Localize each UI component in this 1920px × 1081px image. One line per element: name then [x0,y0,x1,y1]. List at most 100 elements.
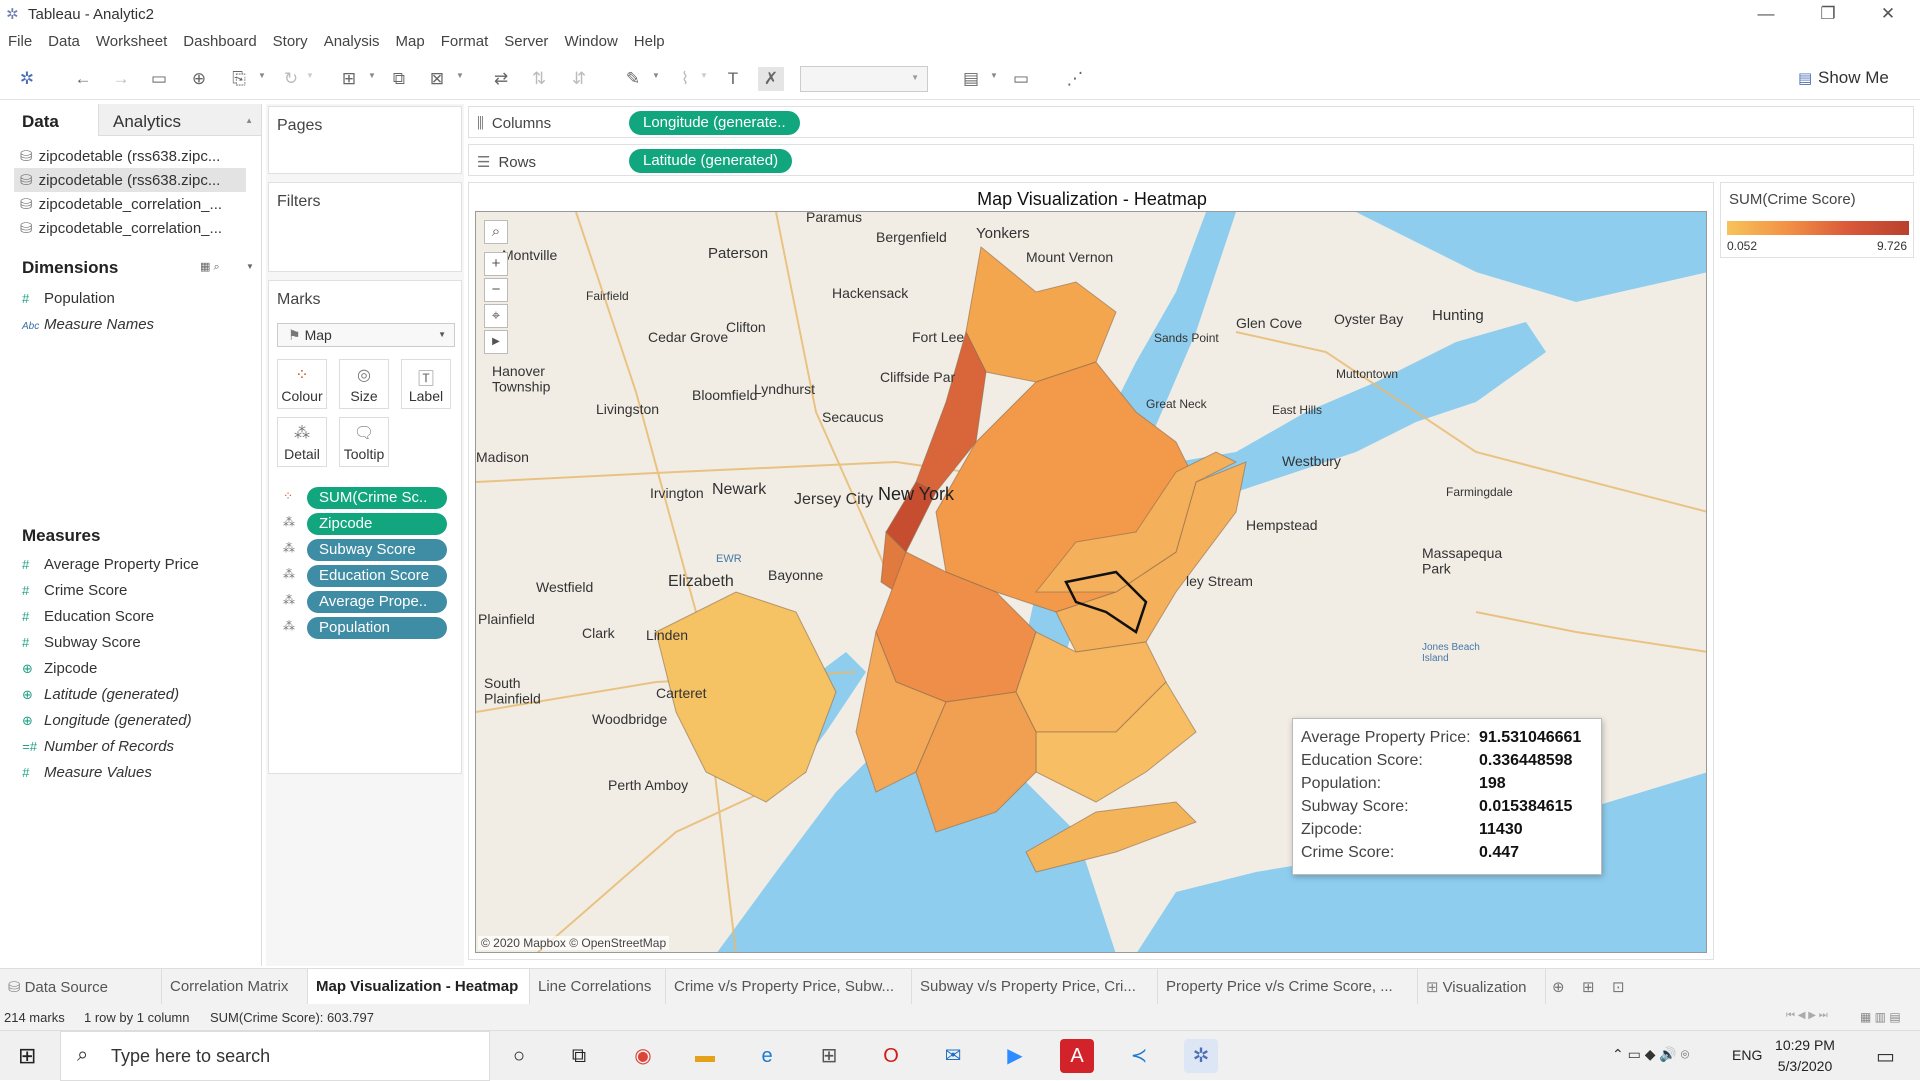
notifications-icon[interactable]: ▭ [1876,1044,1895,1069]
field-latitude[interactable]: ⊕ Latitude (generated) [22,686,179,703]
filters-shelf[interactable]: Filters [268,182,462,272]
tab-visualization[interactable]: ⊞ Visualization [1418,969,1546,1005]
sheet-view-icon[interactable]: ▦ ▥ ▤ [1860,1010,1901,1024]
pill-subway-score[interactable]: Subway Score [307,539,447,561]
new-worksheet-icon[interactable]: ⊕ [1552,978,1565,996]
colour-button[interactable]: ⁘ Colour [277,359,327,409]
acrobat-icon[interactable]: A [1060,1039,1094,1073]
menu-server[interactable]: Server [496,30,556,50]
tab-data-source[interactable]: ⛁ Data Source [0,969,162,1005]
new-worksheet-icon[interactable]: ⊞ [336,67,362,91]
vscode-icon[interactable]: ≺ [1122,1039,1156,1073]
taskbar-search[interactable]: ⌕ Type here to search [60,1031,490,1081]
dimensions-menu-icon[interactable]: ▼ [246,262,254,271]
columns-pill[interactable]: Longitude (generate.. [629,111,800,135]
label-button[interactable]: 🅃 Label [401,359,451,409]
detail-button[interactable]: ⁂ Detail [277,417,327,467]
file-explorer-icon[interactable]: ▬ [688,1039,722,1073]
group-members-icon[interactable]: ⌇ [672,67,698,91]
menu-help[interactable]: Help [626,30,673,50]
highlight-icon[interactable]: ✎ [620,67,646,91]
tableau-icon[interactable]: ✲ [1184,1039,1218,1073]
dropdown-arrow-icon[interactable]: ▼ [306,71,314,87]
task-view-icon[interactable]: ⧉ [562,1039,596,1073]
minimize-button[interactable]: — [1738,0,1794,30]
tab-analytics[interactable]: Analytics ▲ [98,104,261,136]
tab-price-vs-crime[interactable]: Property Price v/s Crime Score, ... [1158,969,1418,1005]
show-me-button[interactable]: Show Me [1818,68,1889,88]
field-education-score[interactable]: # Education Score [22,608,154,625]
pill-population[interactable]: Population [307,617,447,639]
presentation-mode-icon[interactable]: ▭ [1008,67,1034,91]
menu-format[interactable]: Format [433,30,497,50]
dropdown-arrow-icon[interactable]: ▼ [700,71,708,87]
refresh-icon[interactable]: ↻ [278,67,304,91]
clock[interactable]: 10:29 PM 5/3/2020 [1760,1035,1850,1077]
menu-dashboard[interactable]: Dashboard [175,30,264,50]
fix-axes-icon[interactable]: ✗ [758,67,784,91]
size-button[interactable]: ◎ Size [339,359,389,409]
tab-line-correlations[interactable]: Line Correlations [530,969,666,1005]
undo-icon[interactable]: ← [70,67,96,91]
datasource-item[interactable]: ⛁ zipcodetable (rss638.zipc... [14,144,246,168]
mail-icon[interactable]: ✉ [936,1039,970,1073]
field-measure-values[interactable]: # Measure Values [22,764,152,781]
pause-updates-icon[interactable]: ⎘ [226,67,252,91]
reset-map-icon[interactable]: ⌖ [484,304,508,328]
zoom-in-button[interactable]: + [484,252,508,276]
menu-analysis[interactable]: Analysis [316,30,388,50]
sort-descending-icon[interactable]: ⇵ [566,67,592,91]
tooltip-button[interactable]: 🗨 Tooltip [339,417,389,467]
zoom-icon[interactable]: ▶ [998,1039,1032,1073]
new-dashboard-icon[interactable]: ⊞ [1582,978,1595,996]
field-longitude[interactable]: ⊕ Longitude (generated) [22,712,192,729]
opera-icon[interactable]: O [874,1039,908,1073]
close-button[interactable]: ✕ [1860,0,1916,30]
language-indicator[interactable]: ENG [1732,1047,1762,1063]
tableau-home-icon[interactable]: ✲ [14,67,40,91]
tab-map-visualization[interactable]: Map Visualization - Heatmap [308,969,530,1005]
save-icon[interactable]: ▭ [146,67,172,91]
expand-toolbar-icon[interactable]: ▶ [484,330,508,354]
tab-crime-vs-price[interactable]: Crime v/s Property Price, Subw... [666,969,912,1005]
redo-icon[interactable]: → [108,67,134,91]
dropdown-arrow-icon[interactable]: ▼ [990,71,998,87]
pill-crime-score[interactable]: SUM(Crime Sc.. [307,487,447,509]
rows-pill[interactable]: Latitude (generated) [629,149,793,173]
field-avg-property-price[interactable]: # Average Property Price [22,556,199,573]
mark-type-select[interactable]: ⚑ Map ▼ [277,323,455,347]
tab-subway-vs-price[interactable]: Subway v/s Property Price, Cri... [912,969,1158,1005]
field-population[interactable]: # Population [22,290,115,307]
clear-sheet-icon[interactable]: ⊠ [424,67,450,91]
columns-shelf[interactable]: ⫼ Columns Longitude (generate.. [468,106,1914,138]
zoom-out-button[interactable]: − [484,278,508,302]
sheet-nav-icon[interactable]: ⏮ ◀ ▶ ⏭ [1786,1010,1828,1021]
cortana-icon[interactable]: ○ [502,1039,536,1073]
pill-education-score[interactable]: Education Score [307,565,447,587]
menu-window[interactable]: Window [556,30,625,50]
rows-shelf[interactable]: ☰ Rows Latitude (generated) [468,144,1914,176]
restore-button[interactable]: ❐ [1800,0,1856,30]
datasource-item[interactable]: ⛁ zipcodetable_correlation_... [14,192,246,216]
field-number-of-records[interactable]: =# Number of Records [22,738,174,755]
view-toggle-icon[interactable]: ▦ ⌕ [200,260,220,274]
datasource-item[interactable]: ⛁ zipcodetable (rss638.zipc... [14,168,246,192]
start-button[interactable]: ⊞ [0,1031,60,1081]
chrome-icon[interactable]: ◉ [626,1039,660,1073]
dropdown-arrow-icon[interactable]: ▼ [456,71,464,87]
show-mark-labels-icon[interactable]: T [720,67,746,91]
search-icon[interactable]: ⌕ [484,220,508,244]
map-attribution[interactable]: © 2020 Mapbox © OpenStreetMap [478,936,670,950]
show-cards-icon[interactable]: ▤ [958,67,984,91]
fit-select[interactable]: ▼ [800,66,928,92]
dropdown-arrow-icon[interactable]: ▼ [258,71,266,87]
datasource-item[interactable]: ⛁ zipcodetable_correlation_... [14,216,246,240]
menu-story[interactable]: Story [265,30,316,50]
swap-rows-columns-icon[interactable]: ⇄ [488,67,514,91]
field-measure-names[interactable]: Abc Measure Names [22,316,154,333]
share-icon[interactable]: ⋰ [1062,67,1088,91]
dropdown-arrow-icon[interactable]: ▼ [652,71,660,87]
field-crime-score[interactable]: # Crime Score [22,582,127,599]
add-datasource-icon[interactable]: ⊕ [186,67,212,91]
sort-ascending-icon[interactable]: ⇅ [526,67,552,91]
